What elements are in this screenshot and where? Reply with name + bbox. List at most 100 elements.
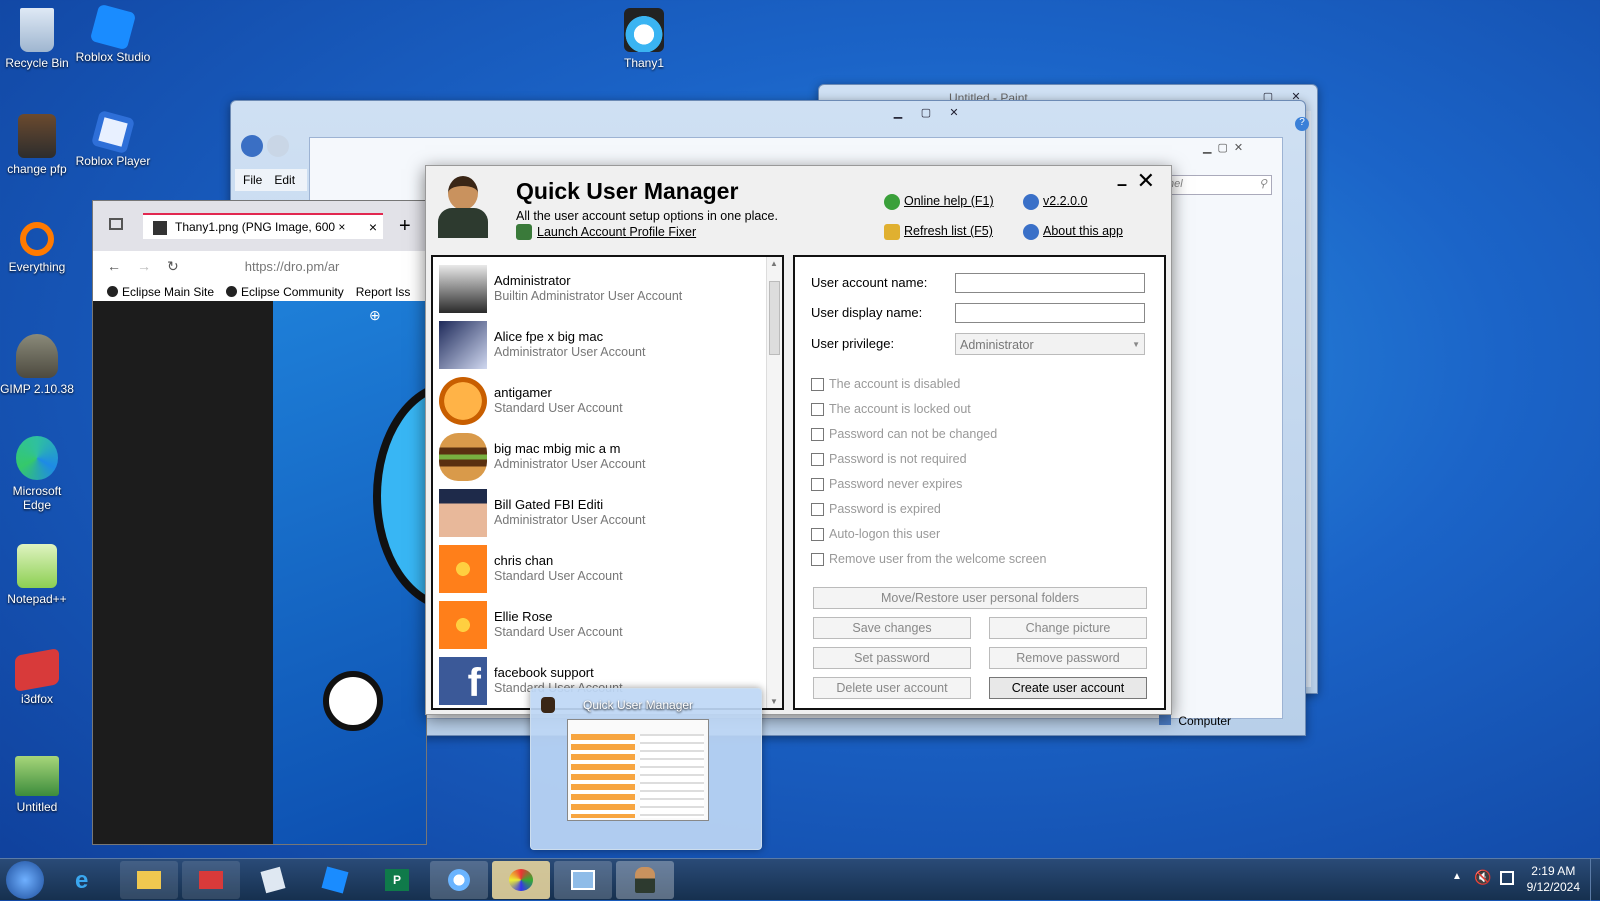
desktop-icon-gimp[interactable]: GIMP 2.10.38 — [0, 334, 77, 396]
create-user-button[interactable]: Create user account — [989, 677, 1147, 699]
move-restore-folders-button[interactable]: Move/Restore user personal folders — [813, 587, 1147, 609]
show-hidden-icons-icon[interactable]: ▲ — [1452, 871, 1462, 882]
desktop-icon-label: Untitled — [16, 800, 58, 814]
change-picture-button[interactable]: Change picture — [989, 617, 1147, 639]
maximize-icon[interactable]: ▢ — [1217, 141, 1227, 154]
desktop-icon-roblox-player[interactable]: Roblox Player — [73, 109, 153, 168]
minimize-button[interactable]: – — [1117, 174, 1127, 195]
user-list[interactable]: Administrator Builtin Administrator User… — [431, 255, 784, 710]
user-list-scrollbar[interactable]: ▲ ▼ — [766, 257, 782, 708]
firefox-window[interactable]: Thany1.png (PNG Image, 600 × × + ← → ↻ h… — [92, 200, 427, 845]
tab-thany1-image[interactable]: Thany1.png (PNG Image, 600 × × — [143, 213, 383, 239]
computer-icon — [1159, 715, 1171, 725]
menu-edit[interactable]: Edit — [274, 173, 295, 187]
taskbar-file-explorer[interactable] — [120, 861, 178, 899]
system-clock[interactable]: 2:19 AM 9/12/2024 — [1527, 863, 1580, 895]
close-icon[interactable]: ✕ — [1234, 141, 1243, 154]
checkbox-box — [811, 377, 824, 391]
reload-icon[interactable]: ↻ — [167, 258, 179, 275]
checkbox-password-expired[interactable]: Password is expired — [811, 502, 941, 516]
close-button[interactable]: ✕ — [1137, 168, 1155, 194]
taskbar-settings-app[interactable] — [430, 861, 488, 899]
tab-close-icon[interactable]: × — [369, 219, 377, 235]
forward-arrow-icon[interactable] — [267, 135, 289, 157]
checkbox-password-never-expires[interactable]: Password never expires — [811, 477, 962, 491]
roblox-studio-icon — [321, 866, 349, 894]
maximize-icon[interactable]: ▢ — [913, 105, 939, 121]
roblox-studio-icon — [89, 3, 137, 51]
account-name-field[interactable] — [955, 273, 1145, 293]
desktop-icon-thany1[interactable]: Thany1 — [604, 8, 684, 70]
taskbar-paint[interactable] — [492, 861, 550, 899]
refresh-list-link[interactable]: Refresh list (F5) — [904, 224, 993, 238]
paint-palette-icon — [509, 869, 533, 891]
desktop-icon-notepadpp[interactable]: Notepad++ — [0, 544, 77, 606]
list-item-user[interactable]: chris chan Standard User Account — [439, 543, 759, 595]
minimize-icon[interactable]: ▁ — [1203, 141, 1211, 154]
volume-muted-icon[interactable]: 🔇 — [1474, 869, 1491, 886]
bookmark-report-issue[interactable]: Report Iss — [356, 285, 411, 299]
back-icon[interactable]: ← — [107, 258, 121, 274]
network-icon[interactable] — [1500, 871, 1514, 885]
menu-file[interactable]: File — [243, 173, 262, 187]
forward-icon[interactable]: → — [137, 258, 151, 274]
bookmark-eclipse-main[interactable]: Eclipse Main Site — [107, 285, 214, 299]
list-item-user[interactable]: antigamer Standard User Account — [439, 375, 759, 427]
taskbar-control-panel[interactable] — [554, 861, 612, 899]
online-help-link[interactable]: Online help (F1) — [904, 194, 994, 208]
desktop-icon-edge[interactable]: Microsoft Edge — [0, 436, 77, 512]
taskbar-internet-explorer[interactable]: e — [58, 861, 116, 899]
save-changes-button[interactable]: Save changes — [813, 617, 971, 639]
taskbar-roblox-studio[interactable] — [306, 861, 364, 899]
remove-password-button[interactable]: Remove password — [989, 647, 1147, 669]
quick-user-manager-window[interactable]: Quick User Manager All the user account … — [425, 165, 1172, 715]
close-icon[interactable]: ✕ — [941, 105, 967, 121]
desktop-icon-recycle-bin[interactable]: Recycle Bin — [0, 8, 77, 70]
url-bar[interactable]: https://dro.pm/ar — [245, 259, 340, 274]
list-item-user[interactable]: Ellie Rose Standard User Account — [439, 599, 759, 651]
image-viewer[interactable]: ⊕ — [93, 301, 426, 844]
delete-user-button[interactable]: Delete user account — [813, 677, 971, 699]
desktop-icon-untitled[interactable]: Untitled — [0, 756, 77, 814]
taskbar-publisher[interactable]: P — [368, 861, 426, 899]
display-name-field[interactable] — [955, 303, 1145, 323]
taskbar-paper-app[interactable] — [244, 861, 302, 899]
desktop-icon-everything[interactable]: Everything — [0, 222, 77, 274]
user-name: Ellie Rose — [494, 609, 553, 624]
checkbox-password-cannot-change[interactable]: Password can not be changed — [811, 427, 997, 441]
desktop-icon-change-pfp[interactable]: change pfp — [0, 114, 77, 176]
taskbar-quick-user-manager[interactable] — [616, 861, 674, 899]
checkbox-password-not-required[interactable]: Password is not required — [811, 452, 967, 466]
checkbox-account-disabled[interactable]: The account is disabled — [811, 377, 960, 391]
scroll-up-icon[interactable]: ▲ — [770, 259, 778, 268]
checkbox-remove-from-welcome[interactable]: Remove user from the welcome screen — [811, 552, 1046, 566]
scrollbar-thumb[interactable] — [769, 281, 780, 355]
bookmark-eclipse-community[interactable]: Eclipse Community — [226, 285, 344, 299]
taskbar-i3dfox[interactable] — [182, 861, 240, 899]
version-link[interactable]: v2.2.0.0 — [1043, 194, 1087, 208]
back-arrow-icon[interactable] — [241, 135, 263, 157]
new-tab-button[interactable]: + — [399, 215, 411, 238]
thumbnail-window-preview — [567, 719, 709, 821]
tab-list-icon[interactable] — [109, 218, 123, 230]
list-item-user[interactable]: Administrator Builtin Administrator User… — [439, 263, 759, 315]
minimize-icon[interactable]: ▁ — [885, 105, 911, 121]
scroll-down-icon[interactable]: ▼ — [770, 697, 778, 706]
list-item-user[interactable]: Bill Gated FBI Editi Administrator User … — [439, 487, 759, 539]
about-link[interactable]: About this app — [1043, 224, 1123, 238]
launch-profile-fixer-link[interactable]: Launch Account Profile Fixer — [537, 225, 696, 239]
taskbar-thumbnail-preview[interactable]: Quick User Manager — [530, 688, 762, 850]
list-item-user[interactable]: Alice fpe x big mac Administrator User A… — [439, 319, 759, 371]
help-icon[interactable]: ? — [1295, 117, 1309, 131]
show-desktop-button[interactable] — [1590, 859, 1600, 901]
set-password-button[interactable]: Set password — [813, 647, 971, 669]
list-item-user[interactable]: big mac mbig mic a m Administrator User … — [439, 431, 759, 483]
privilege-select[interactable]: Administrator ▼ — [955, 333, 1145, 355]
desktop-icon-i3dfox[interactable]: i3dfox — [0, 648, 77, 706]
checkbox-label: Password is not required — [829, 452, 967, 466]
desktop-icon-roblox-studio[interactable]: Roblox Studio — [73, 3, 153, 64]
checkbox-auto-logon[interactable]: Auto-logon this user — [811, 527, 940, 541]
status-computer[interactable]: Computer — [1159, 714, 1231, 728]
checkbox-locked-out[interactable]: The account is locked out — [811, 402, 971, 416]
start-button[interactable] — [6, 861, 44, 899]
